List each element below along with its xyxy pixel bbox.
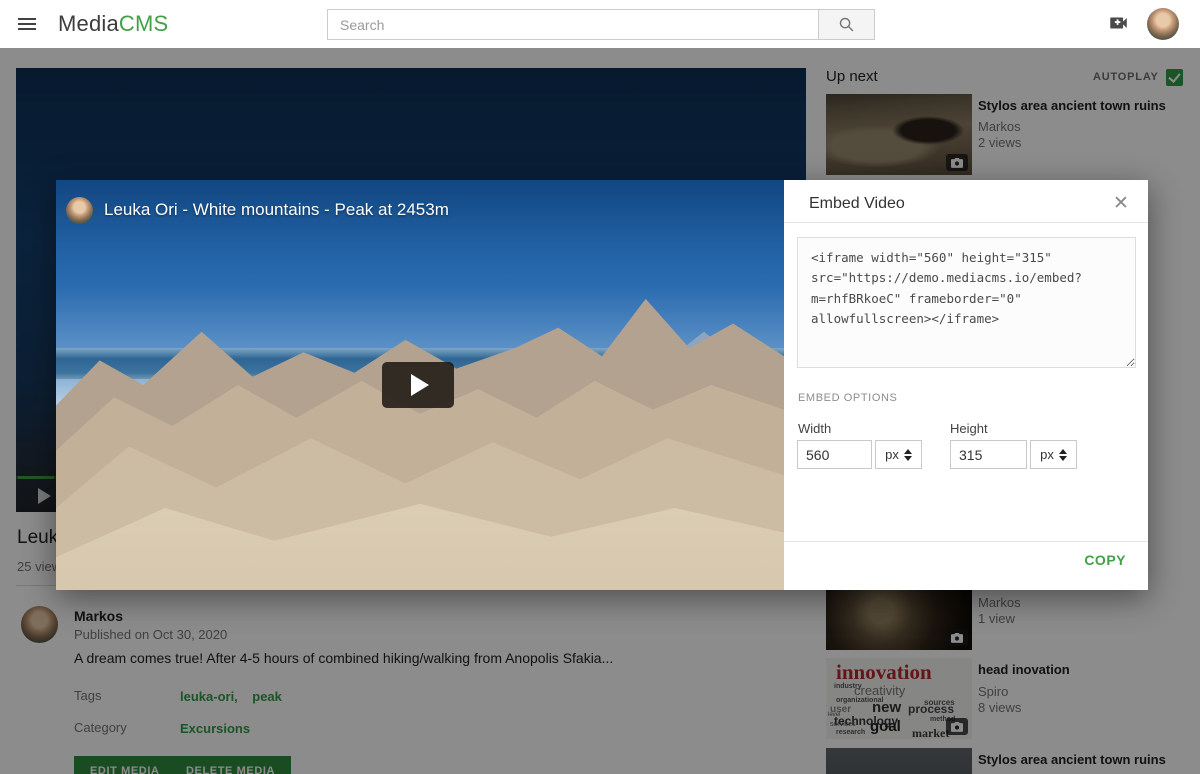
embed-video-modal: Leuka Ori - White mountains - Peak at 24… bbox=[56, 180, 1148, 590]
logo-cms: CMS bbox=[119, 11, 169, 36]
uploader-avatar[interactable] bbox=[66, 197, 93, 224]
upload-media-button[interactable] bbox=[1105, 12, 1131, 36]
search-input[interactable] bbox=[327, 9, 818, 40]
width-unit-value: px bbox=[885, 447, 899, 462]
search-button[interactable] bbox=[818, 9, 875, 40]
embed-options-label: EMBED OPTIONS bbox=[798, 392, 897, 404]
embed-panel: Embed Video ✕ <iframe width="560" height… bbox=[784, 180, 1148, 590]
height-label: Height bbox=[950, 421, 988, 436]
close-icon[interactable]: ✕ bbox=[1107, 190, 1135, 218]
width-input[interactable] bbox=[797, 440, 872, 469]
mediacms-page: Leuka Ori - White mountains - Peak at 24… bbox=[0, 0, 1200, 774]
height-unit-value: px bbox=[1040, 447, 1054, 462]
spinner-arrows-icon bbox=[1059, 449, 1067, 461]
play-button[interactable] bbox=[382, 362, 454, 408]
preview-video-title: Leuka Ori - White mountains - Peak at 24… bbox=[104, 200, 449, 220]
embed-preview-player[interactable]: Leuka Ori - White mountains - Peak at 24… bbox=[56, 180, 784, 590]
logo-media: Media bbox=[58, 11, 119, 36]
modal-title: Embed Video bbox=[809, 195, 905, 213]
embed-code-textarea[interactable]: <iframe width="560" height="315" src="ht… bbox=[797, 237, 1136, 368]
width-unit-select[interactable]: px bbox=[875, 440, 922, 469]
logo[interactable]: MediaCMS bbox=[58, 11, 168, 37]
divider bbox=[784, 222, 1148, 223]
height-unit-select[interactable]: px bbox=[1030, 440, 1077, 469]
divider bbox=[784, 541, 1148, 542]
preview-titlebar: Leuka Ori - White mountains - Peak at 24… bbox=[56, 180, 784, 240]
top-navbar: MediaCMS bbox=[0, 0, 1200, 48]
spinner-arrows-icon bbox=[904, 449, 912, 461]
copy-button[interactable]: COPY bbox=[1084, 552, 1126, 568]
width-label: Width bbox=[798, 421, 831, 436]
menu-icon[interactable] bbox=[18, 14, 40, 34]
search-icon bbox=[838, 16, 855, 33]
height-input[interactable] bbox=[950, 440, 1027, 469]
user-avatar[interactable] bbox=[1147, 8, 1179, 40]
video-call-icon bbox=[1106, 12, 1131, 34]
